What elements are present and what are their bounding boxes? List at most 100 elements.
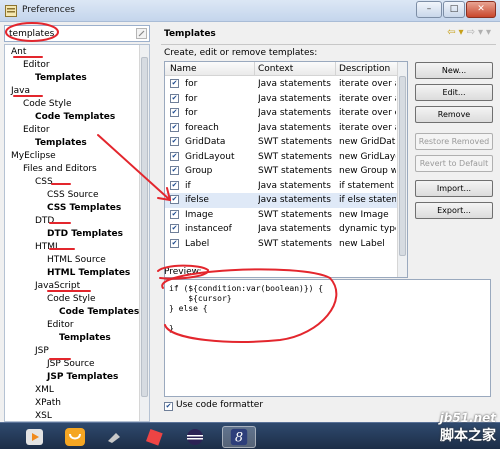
template-name: for xyxy=(185,108,198,118)
remove-button[interactable]: Remove xyxy=(415,106,493,123)
tree-item[interactable]: XPath xyxy=(35,398,61,408)
maximize-button[interactable]: □ xyxy=(443,1,465,18)
tree-item[interactable]: DTD Templates xyxy=(47,229,123,239)
table-row[interactable]: ✔ Image SWT statements new Image xyxy=(165,208,397,223)
template-context: Java statements xyxy=(258,180,331,191)
tree-item[interactable]: Code Style xyxy=(47,294,96,304)
tree-item[interactable]: XSL xyxy=(35,411,52,421)
filter-box xyxy=(4,25,150,42)
minimize-button[interactable]: – xyxy=(416,1,442,18)
restore-removed-button[interactable]: Restore Removed xyxy=(415,133,493,150)
templates-table: Name Context Description ✔ for Java statem… xyxy=(164,61,408,278)
template-description: iterate over ar... xyxy=(339,93,396,104)
template-context: Java statements xyxy=(258,79,331,89)
table-scroll-thumb[interactable] xyxy=(399,76,406,256)
template-context: Java statements xyxy=(258,108,331,118)
uc-browser-icon[interactable] xyxy=(62,426,88,448)
column-header-name[interactable]: Name xyxy=(170,64,197,74)
tree-item[interactable]: CSS Templates xyxy=(47,203,121,213)
column-header-description[interactable]: Description xyxy=(339,64,390,74)
paint-icon[interactable] xyxy=(142,426,168,448)
table-row[interactable]: ✔ instanceof Java statements dynamic type .… xyxy=(165,222,397,237)
import-button[interactable]: Import... xyxy=(415,180,493,197)
row-enabled-checkbox[interactable]: ✔ xyxy=(170,224,179,233)
template-name: if xyxy=(185,180,191,191)
tree-item[interactable]: Code Style xyxy=(23,99,72,109)
tree-item[interactable]: JSP Templates xyxy=(47,372,118,382)
preview-pane[interactable]: if (${condition:var(boolean)}) { ${curso… xyxy=(164,279,491,397)
tree-item[interactable]: DTD xyxy=(35,216,54,226)
close-button[interactable]: ✕ xyxy=(466,1,496,18)
row-enabled-checkbox[interactable]: ✔ xyxy=(170,195,179,204)
table-row[interactable]: ✔ foreach Java statements iterate over an..… xyxy=(165,121,397,136)
template-context: Java statements xyxy=(258,93,331,104)
row-enabled-checkbox[interactable]: ✔ xyxy=(170,209,179,219)
tree-item[interactable]: JSP Source xyxy=(47,359,95,369)
table-row[interactable]: ✔ for Java statements iterate over c... xyxy=(165,106,397,121)
row-enabled-checkbox[interactable]: ✔ xyxy=(170,93,179,103)
use-code-formatter[interactable]: ✔ Use code formatter xyxy=(164,400,263,411)
export-button[interactable]: Export... xyxy=(415,202,493,219)
table-row[interactable]: ✔ Label SWT statements new Label xyxy=(165,237,397,252)
table-scrollbar[interactable] xyxy=(397,62,407,277)
edit-button[interactable]: Edit... xyxy=(415,84,493,101)
row-enabled-checkbox[interactable]: ✔ xyxy=(170,137,179,146)
tree-item[interactable]: Ant xyxy=(11,47,26,57)
tree-item[interactable]: Java xyxy=(11,86,30,96)
use-code-formatter-checkbox[interactable]: ✔ xyxy=(164,402,173,411)
tree-item[interactable]: CSS Source xyxy=(47,190,98,200)
tree-scrollbar[interactable] xyxy=(139,45,149,421)
table-row[interactable]: ✔ GridLayout SWT statements new GridLayo... xyxy=(165,150,397,165)
row-enabled-checkbox[interactable]: ✔ xyxy=(170,180,179,190)
tree-item[interactable]: Files and Editors xyxy=(23,164,97,174)
template-context: Java statements xyxy=(258,224,331,234)
template-context: SWT statements xyxy=(258,238,332,249)
tree-item[interactable]: Editor xyxy=(23,60,50,70)
table-row[interactable]: ✔ Group SWT statements new Group wit... xyxy=(165,164,397,179)
row-enabled-checkbox[interactable]: ✔ xyxy=(170,79,179,88)
tree-scroll-thumb[interactable] xyxy=(141,57,148,397)
tree-item[interactable]: Templates xyxy=(59,333,111,343)
table-row[interactable]: ✔ for Java statements iterate over ar... xyxy=(165,77,397,92)
tool-icon[interactable] xyxy=(102,426,128,448)
back-arrow-icon[interactable]: ⇦▾ xyxy=(447,27,466,38)
tree-item[interactable]: Templates xyxy=(35,138,87,148)
column-divider xyxy=(335,62,336,76)
tree-item[interactable]: JavaScript xyxy=(35,281,80,291)
tree-item[interactable]: Editor xyxy=(47,320,74,330)
filter-input[interactable] xyxy=(5,26,125,41)
eclipse-icon[interactable] xyxy=(182,426,208,448)
table-row[interactable]: ✔ for Java statements iterate over ar... xyxy=(165,92,397,107)
tree-item[interactable]: MyEclipse xyxy=(11,151,56,161)
template-name: Label xyxy=(185,238,210,249)
tree-item[interactable]: HTML Source xyxy=(47,255,106,265)
tree-item[interactable]: CSS xyxy=(35,177,53,187)
table-row[interactable]: ✔ ifelse Java statements if else stateme... xyxy=(165,193,397,208)
tree-item[interactable]: Code Templates xyxy=(59,307,139,317)
row-enabled-checkbox[interactable]: ✔ xyxy=(170,166,179,175)
tree-item[interactable]: JSP xyxy=(35,346,49,356)
revert-to-default-button[interactable]: Revert to Default xyxy=(415,155,493,172)
tree-item[interactable]: XML xyxy=(35,385,54,395)
myeclipse-icon[interactable]: 8 xyxy=(222,426,256,448)
table-row[interactable]: ✔ if Java statements if statement xyxy=(165,179,397,194)
tree-item[interactable]: Templates xyxy=(35,73,87,83)
row-enabled-checkbox[interactable]: ✔ xyxy=(170,122,179,132)
tree-item[interactable]: Code Templates xyxy=(35,112,115,122)
view-menu-icon[interactable]: ▾ xyxy=(486,27,494,38)
column-header-context[interactable]: Context xyxy=(258,64,293,74)
row-enabled-checkbox[interactable]: ✔ xyxy=(170,238,179,248)
tree-item[interactable]: HTML xyxy=(35,242,60,252)
window-title: Preferences xyxy=(22,5,75,15)
forward-arrow-icon[interactable]: ⇨▾ xyxy=(467,27,486,38)
media-player-icon[interactable] xyxy=(22,426,48,448)
row-enabled-checkbox[interactable]: ✔ xyxy=(170,108,179,117)
row-enabled-checkbox[interactable]: ✔ xyxy=(170,151,179,161)
tree-item[interactable]: Editor xyxy=(23,125,50,135)
watermark-site: jb51.net xyxy=(439,411,496,425)
preview-code-line: } xyxy=(169,324,174,333)
clear-filter-icon[interactable] xyxy=(136,28,147,39)
tree-item[interactable]: HTML Templates xyxy=(47,268,130,278)
table-row[interactable]: ✔ GridData SWT statements new GridData ... xyxy=(165,135,397,150)
new-button[interactable]: New... xyxy=(415,62,493,79)
